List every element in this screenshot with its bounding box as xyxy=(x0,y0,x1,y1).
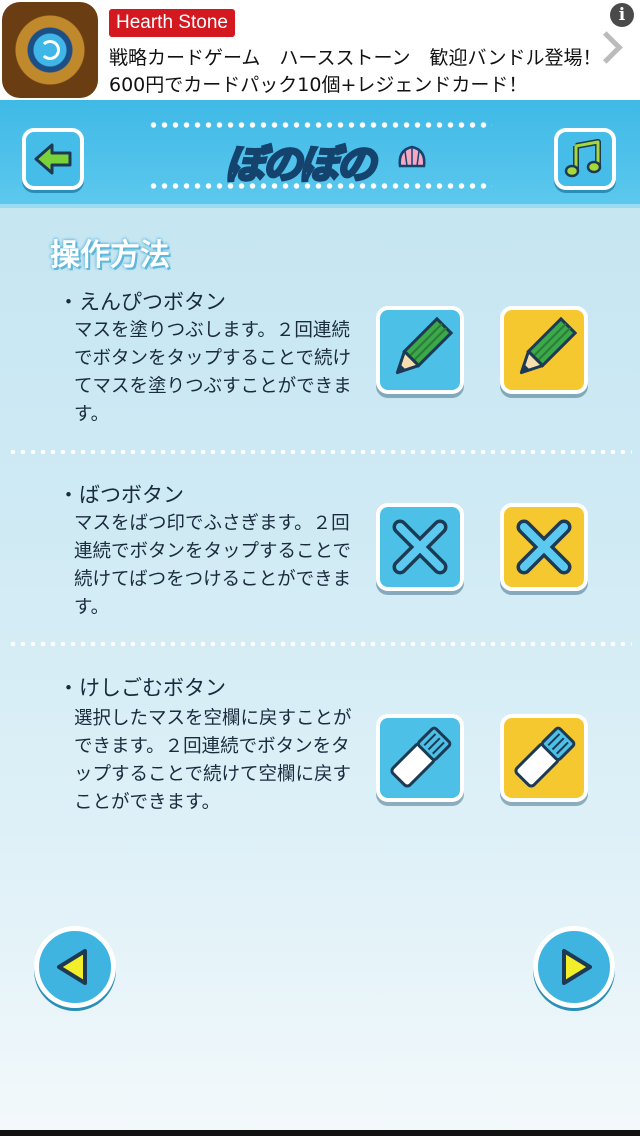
next-page-button[interactable] xyxy=(533,926,615,1008)
eraser-icon xyxy=(390,726,452,788)
item-title: ・けしごむボタン xyxy=(58,676,226,700)
ad-banner[interactable]: Hearth Stone 戦略カードゲーム ハースストーン 歓迎バンドル登場！ … xyxy=(0,0,640,100)
bonobono-logo: ぼのぼの xyxy=(224,132,426,190)
item-description: 選択したマスを空欄に戻すことができます。２回連続でボタンをタップすることで続けて… xyxy=(74,708,352,813)
shell-icon xyxy=(398,145,426,168)
cross-instruction: ・ばつボタン マスをばつ印でふさぎます。２回連続でボタンをタップすることで続けて… xyxy=(0,477,640,642)
item-description: マスをばつ印でふさぎます。２回連続でボタンをタップすることで続けてばつをつけるこ… xyxy=(74,513,352,618)
back-button[interactable] xyxy=(22,128,84,190)
item-title: ・えんぴつボタン xyxy=(58,290,226,314)
eraser-instruction: ・けしごむボタン 選択したマスを空欄に戻すことができます。２回連続でボタンをタッ… xyxy=(0,670,640,850)
info-icon[interactable]: i xyxy=(610,3,634,27)
eraser-icon xyxy=(514,726,576,788)
ad-text-line2[interactable]: 600円でカードパック10個+レジェンドカード！ xyxy=(109,70,527,97)
item-description: マスを塗りつぶします。２回連続でボタンをタップすることで続けてマスを塗りつぶすこ… xyxy=(74,320,352,425)
triangle-left-icon xyxy=(57,949,87,985)
pencil-icon xyxy=(519,316,578,375)
item-title: ・ばつボタン xyxy=(58,483,184,507)
hearthstone-app-icon[interactable] xyxy=(2,2,98,98)
prev-page-button[interactable] xyxy=(34,926,116,1008)
ad-text-line1[interactable]: 戦略カードゲーム ハースストーン 歓迎バンドル登場！ xyxy=(109,43,601,70)
pencil-icon xyxy=(395,316,454,375)
music-button[interactable] xyxy=(554,128,616,190)
page-title: 操作方法 xyxy=(50,238,170,273)
pencil-instruction: ・えんぴつボタン マスを塗りつぶします。２回連続でボタンをタップすることで続けて… xyxy=(0,284,640,449)
eraser-button-blue[interactable] xyxy=(376,714,464,802)
pencil-button-blue[interactable] xyxy=(376,306,464,394)
cross-button-yellow[interactable] xyxy=(500,503,588,591)
triangle-right-icon xyxy=(562,949,592,985)
cross-button-blue[interactable] xyxy=(376,503,464,591)
header-bar: ぼのぼの xyxy=(0,100,640,208)
cross-icon xyxy=(392,519,448,575)
music-note-icon xyxy=(564,139,602,178)
pencil-button-yellow[interactable] xyxy=(500,306,588,394)
header-dots-top xyxy=(148,122,492,128)
bottom-edge xyxy=(0,1130,640,1136)
arrow-left-icon xyxy=(34,143,72,175)
separator xyxy=(8,642,632,646)
logo-text: ぼのぼの xyxy=(224,141,378,190)
cross-icon xyxy=(516,519,572,575)
separator xyxy=(8,450,632,454)
ad-badge: Hearth Stone xyxy=(109,9,235,37)
eraser-button-yellow[interactable] xyxy=(500,714,588,802)
